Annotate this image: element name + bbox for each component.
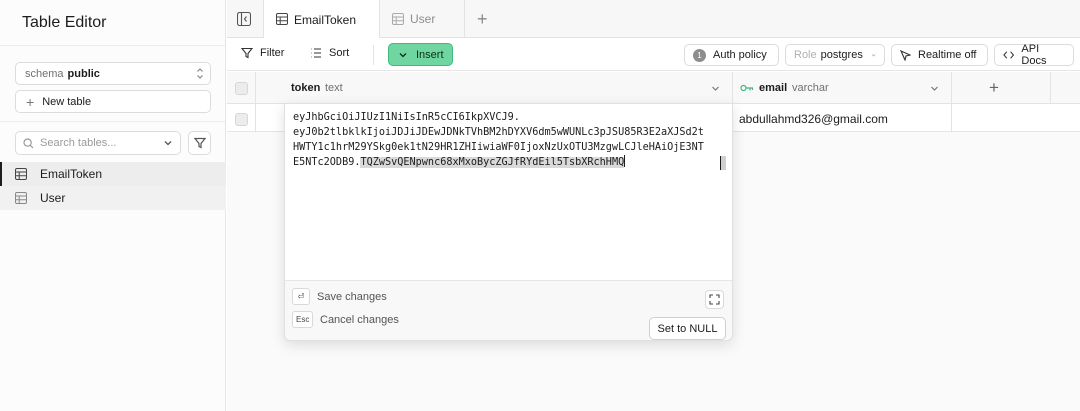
- editor-line: E5NTc2ODB9.: [293, 157, 361, 168]
- column-divider: [255, 104, 256, 132]
- token-editor-textarea[interactable]: eyJhbGciOiJIUzI1NiIsInR5cCI6IkpXVCJ9. ey…: [293, 110, 721, 170]
- schema-select[interactable]: schema public: [15, 62, 211, 85]
- insert-button[interactable]: Insert: [388, 43, 453, 66]
- chevron-down-icon[interactable]: [930, 84, 939, 93]
- cancel-changes-label[interactable]: Cancel changes: [320, 314, 399, 326]
- set-to-null-button[interactable]: Set to NULL: [649, 317, 726, 340]
- chevron-down-icon: [399, 52, 407, 57]
- sidebar-table-label: EmailToken: [40, 167, 103, 181]
- sort-button[interactable]: Sort: [310, 47, 349, 59]
- filter-icon: [241, 47, 253, 59]
- editor-line: eyJ0b2tlbklkIjoiJDJiJDEwJDNkTVhBM2hDYXV6…: [293, 127, 704, 138]
- text-caret: [624, 155, 626, 167]
- divider: [0, 121, 225, 122]
- add-column-icon[interactable]: +: [989, 78, 999, 98]
- sort-label: Sort: [329, 47, 350, 59]
- column-type-token: text: [325, 82, 343, 94]
- sidebar-table-label: User: [40, 191, 66, 205]
- table-icon: [276, 13, 288, 25]
- chevron-down-icon[interactable]: [162, 137, 174, 149]
- toolbar-divider: [373, 45, 374, 65]
- filter-label: Filter: [260, 47, 285, 59]
- table-icon: [392, 13, 404, 25]
- save-changes-label[interactable]: Save changes: [317, 291, 387, 303]
- filter-button[interactable]: Filter: [241, 47, 284, 59]
- auth-policy-button[interactable]: 1 Auth policy: [684, 44, 779, 66]
- cursor-icon: [900, 49, 911, 61]
- table-icon: [15, 192, 27, 204]
- editor-line: eyJhbGciOiJIUzI1NiIsInR5cCI6IkpXVCJ9.: [293, 112, 520, 123]
- column-header-email[interactable]: email: [759, 82, 787, 94]
- sidebar-collapse-icon[interactable]: [237, 12, 251, 26]
- row-checkbox[interactable]: [235, 113, 248, 126]
- add-tab-icon[interactable]: +: [477, 9, 488, 30]
- tab-divider: [464, 0, 465, 38]
- role-value: postgres: [820, 49, 863, 61]
- tab-label: User: [410, 12, 436, 26]
- sidebar-table-user[interactable]: User: [0, 186, 226, 210]
- column-type-email: varchar: [792, 82, 829, 94]
- search-tables-input[interactable]: Search tables...: [15, 131, 181, 155]
- tab-user[interactable]: User: [380, 0, 464, 38]
- esc-key-hint: Esc: [292, 311, 314, 328]
- sidebar-table-emailtoken[interactable]: EmailToken: [0, 162, 226, 186]
- new-table-label: New table: [42, 95, 92, 108]
- schema-label: schema: [25, 67, 64, 80]
- table-icon: [15, 168, 27, 180]
- sidebar-title: Table Editor: [22, 14, 107, 31]
- role-label: Role: [794, 49, 817, 61]
- chevron-down-icon[interactable]: [711, 84, 720, 93]
- api-docs-label: API Docs: [1021, 43, 1047, 67]
- divider: [0, 45, 225, 46]
- expand-editor-button[interactable]: [705, 290, 724, 309]
- editor-scrollbar[interactable]: [720, 156, 726, 170]
- sort-icon: [311, 48, 321, 58]
- search-placeholder: Search tables...: [40, 137, 117, 149]
- expand-icon: [709, 294, 720, 305]
- chevron-updown-icon: [197, 68, 203, 79]
- grid-header: token text email varchar +: [227, 72, 1080, 104]
- insert-label: Insert: [416, 48, 444, 61]
- tab-bar: EmailToken User +: [227, 0, 1080, 39]
- api-docs-button[interactable]: API Docs: [994, 43, 1074, 67]
- filter-icon: [193, 137, 206, 149]
- enter-key-hint: ⏎: [292, 288, 310, 305]
- code-icon: [1003, 51, 1015, 59]
- auth-policy-count: 1: [693, 48, 706, 62]
- cell-email[interactable]: abdullahmd326@gmail.com: [739, 112, 888, 126]
- toolbar: Filter Sort Insert 1 Auth policy Role po…: [227, 39, 1080, 71]
- sidebar: Table Editor schema public + New table S…: [0, 0, 226, 411]
- plus-icon: +: [26, 93, 35, 110]
- filter-tables-button[interactable]: [188, 131, 211, 155]
- schema-value: public: [67, 67, 100, 80]
- cell-editor: eyJhbGciOiJIUzI1NiIsInR5cCI6IkpXVCJ9. ey…: [284, 103, 733, 341]
- tab-emailtoken[interactable]: EmailToken: [264, 0, 379, 39]
- search-icon: [23, 138, 34, 149]
- chevron-down-icon: [871, 54, 876, 57]
- realtime-label: Realtime off: [918, 49, 977, 61]
- editor-footer: ⏎ Save changes Esc Cancel changes Set to…: [285, 280, 732, 340]
- role-select[interactable]: Role postgres: [785, 44, 885, 66]
- tab-label: EmailToken: [294, 12, 357, 27]
- select-all-checkbox[interactable]: [235, 82, 248, 95]
- auth-policy-label: Auth policy: [713, 49, 767, 61]
- realtime-button[interactable]: Realtime off: [891, 44, 988, 66]
- editor-line: HWTY1c1hrM29YSkg0ek1tN29HR1ZHIiwiaWF0Ijo…: [293, 142, 704, 153]
- new-table-button[interactable]: + New table: [15, 90, 211, 113]
- key-icon: [740, 84, 754, 92]
- column-header-token[interactable]: token: [291, 82, 320, 94]
- selected-text: TQZwSvQENpwnc68xMxoBycZGJfRYdEil5TsbXRch…: [360, 157, 625, 168]
- column-divider: [951, 104, 952, 132]
